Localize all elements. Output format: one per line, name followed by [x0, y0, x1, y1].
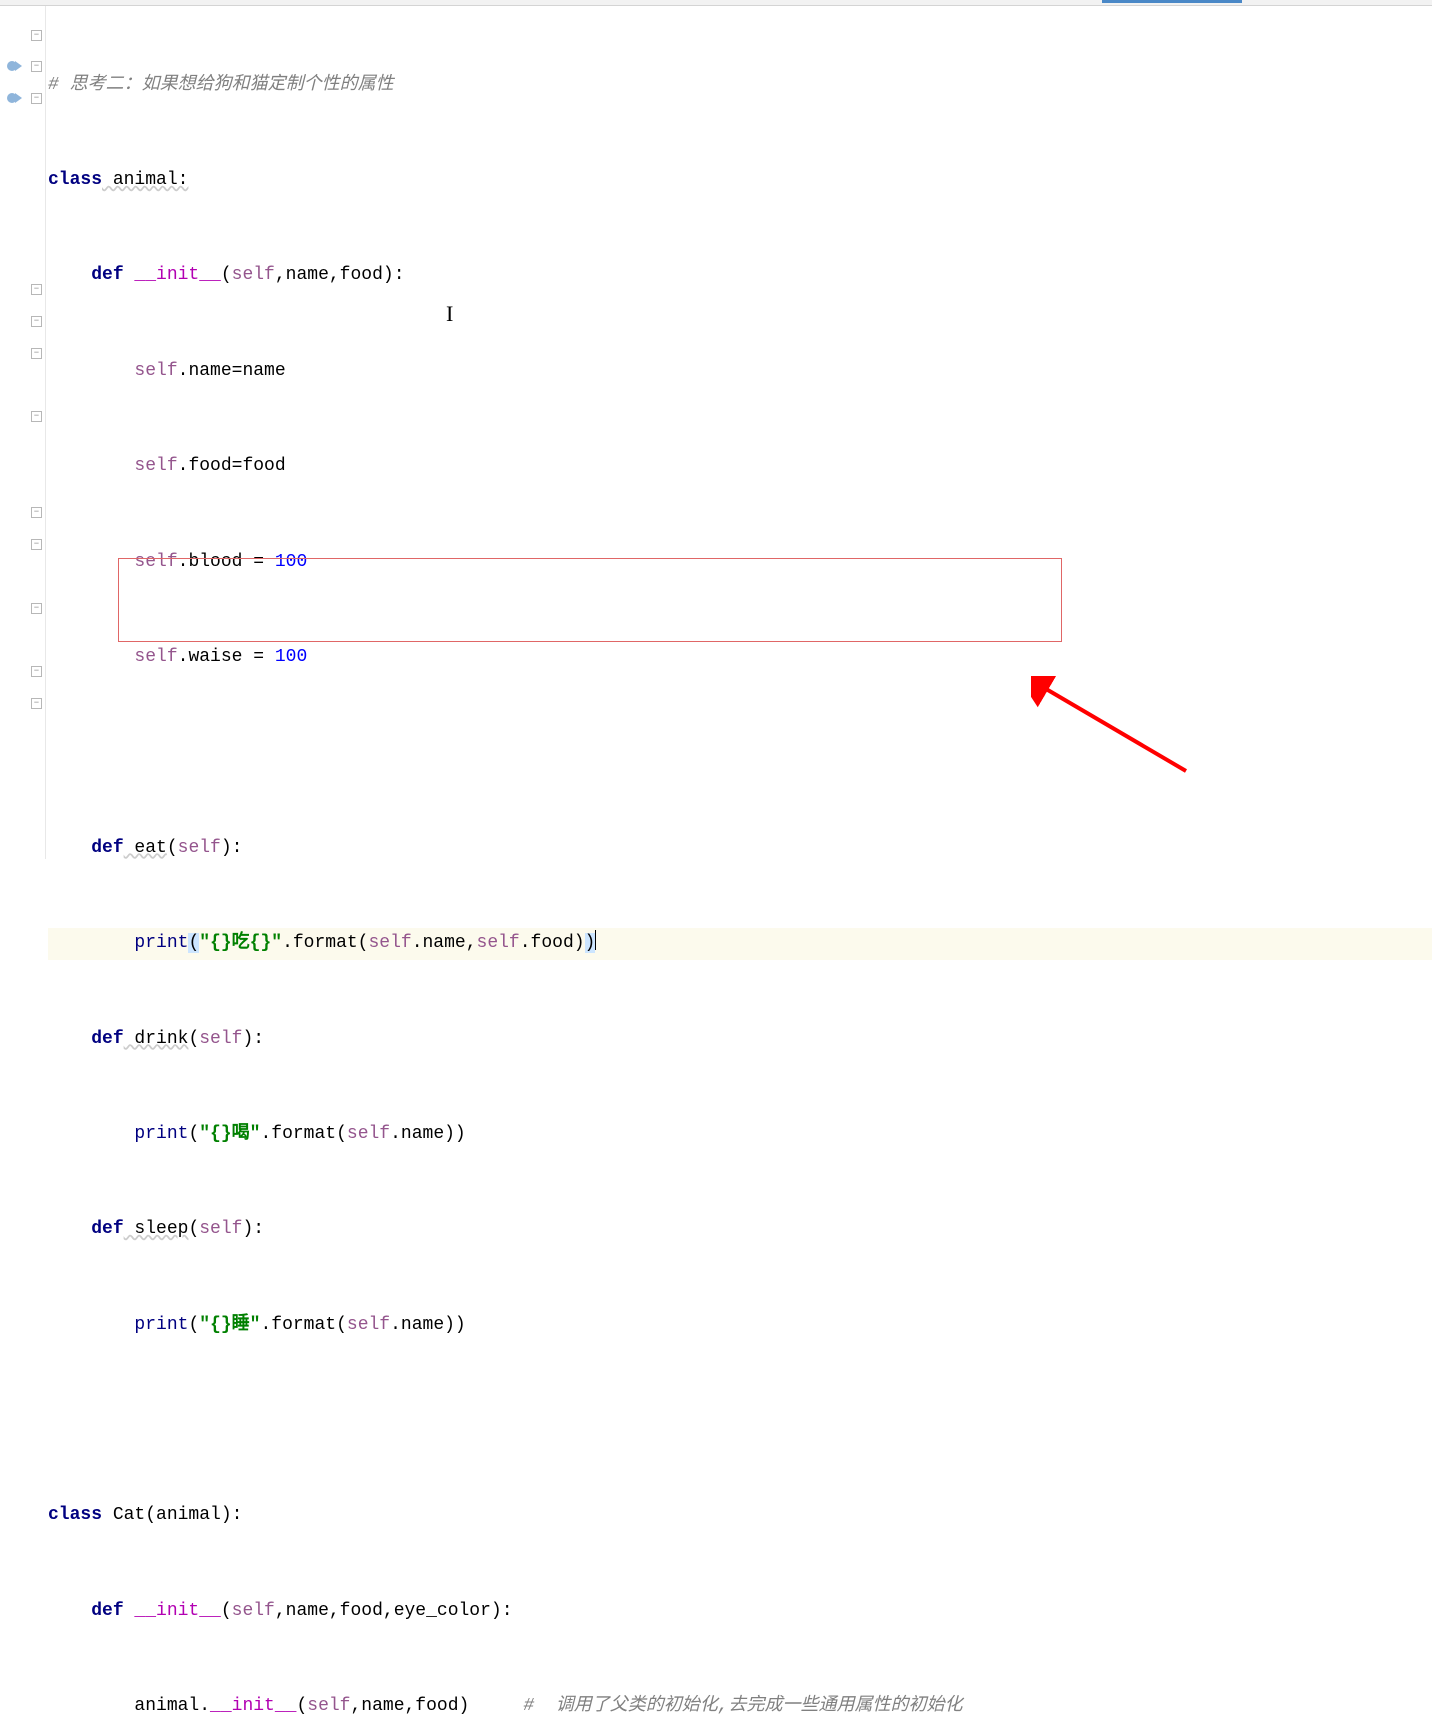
- code: (: [296, 1696, 307, 1716]
- code-line[interactable]: self.blood = 100: [48, 547, 1432, 579]
- code-line[interactable]: def eat(self):: [48, 833, 1432, 865]
- fold-handle[interactable]: −: [31, 411, 42, 422]
- code-line[interactable]: [48, 1405, 1432, 1437]
- code-line[interactable]: self.waise = 100: [48, 642, 1432, 674]
- code: .name)): [390, 1124, 466, 1144]
- self: self: [347, 1315, 390, 1335]
- class-name: Cat(animal):: [102, 1505, 242, 1525]
- fold-gutter: − − − − − − − − − − − −: [28, 6, 46, 859]
- editor[interactable]: − − − − − − − − − − − − # 思考二：如果想给狗和猫定制个…: [0, 6, 1432, 859]
- fold-handle[interactable]: −: [31, 603, 42, 614]
- number: 100: [275, 647, 307, 667]
- code-line[interactable]: # 思考二：如果想给狗和猫定制个性的属性: [48, 70, 1432, 102]
- builtin: print: [134, 1124, 188, 1144]
- fold-handle[interactable]: −: [31, 61, 42, 72]
- self: self: [347, 1124, 390, 1144]
- string: "{}喝": [199, 1124, 260, 1144]
- fold-handle[interactable]: −: [31, 698, 42, 709]
- params: (self):: [188, 1029, 264, 1049]
- fold-handle[interactable]: −: [31, 348, 42, 359]
- method-name: drink: [124, 1029, 189, 1049]
- fold-handle[interactable]: −: [31, 539, 42, 550]
- gutter-override-icon[interactable]: [2, 58, 26, 74]
- params: (self,name,food):: [221, 265, 405, 285]
- fold-handle[interactable]: −: [31, 284, 42, 295]
- method-name: __init__: [124, 1601, 221, 1621]
- code-line[interactable]: def drink(self):: [48, 1024, 1432, 1056]
- code: .format(: [260, 1315, 346, 1335]
- keyword: def: [91, 1029, 123, 1049]
- code: .format(: [260, 1124, 346, 1144]
- code-line[interactable]: self.food=food: [48, 451, 1432, 483]
- code-line[interactable]: animal.__init__(self,name,food) # 调用了父类的…: [48, 1691, 1432, 1718]
- params: (self,name,food,eye_color):: [221, 1601, 513, 1621]
- string: "{}吃{}": [199, 933, 282, 953]
- self: self: [134, 456, 177, 476]
- self: self: [368, 933, 411, 953]
- keyword: class: [48, 170, 102, 190]
- code: (: [188, 1124, 199, 1144]
- params: (self):: [167, 838, 243, 858]
- builtin: print: [134, 933, 188, 953]
- code-line[interactable]: print("{}喝".format(self.name)): [48, 1119, 1432, 1151]
- code-line[interactable]: def __init__(self,name,food):: [48, 260, 1432, 292]
- keyword: def: [91, 1219, 123, 1239]
- self: self: [134, 552, 177, 572]
- paren: ): [585, 933, 596, 953]
- class-name: animal:: [102, 170, 188, 190]
- arrow-icon: [1031, 676, 1201, 786]
- params: (self):: [188, 1219, 264, 1239]
- keyword: def: [91, 265, 123, 285]
- code: .food): [520, 933, 585, 953]
- keyword: class: [48, 1505, 102, 1525]
- gutter: [0, 6, 28, 859]
- code-line[interactable]: def __init__(self,name,food,eye_color):: [48, 1596, 1432, 1628]
- paren: (: [188, 933, 199, 953]
- code: .name)): [390, 1315, 466, 1335]
- code-line[interactable]: [48, 737, 1432, 769]
- method-name: eat: [124, 838, 167, 858]
- fold-handle[interactable]: −: [31, 666, 42, 677]
- fold-handle[interactable]: −: [31, 93, 42, 104]
- code: .format(: [282, 933, 368, 953]
- code: animal.: [134, 1696, 210, 1716]
- code-line[interactable]: def sleep(self):: [48, 1214, 1432, 1246]
- keyword: def: [91, 1601, 123, 1621]
- builtin: print: [134, 1315, 188, 1335]
- dunder: __init__: [210, 1696, 296, 1716]
- self: self: [134, 647, 177, 667]
- code: .waise =: [178, 647, 275, 667]
- self: self: [307, 1696, 350, 1716]
- code: .name=name: [178, 361, 286, 381]
- keyword: def: [91, 838, 123, 858]
- comment: # 调用了父类的初始化,去完成一些通用属性的初始化: [523, 1696, 962, 1716]
- code: .blood =: [178, 552, 275, 572]
- fold-handle[interactable]: −: [31, 507, 42, 518]
- method-name: __init__: [124, 265, 221, 285]
- method-name: sleep: [124, 1219, 189, 1239]
- code-line-current[interactable]: print("{}吃{}".format(self.name,self.food…: [48, 928, 1432, 960]
- code-area[interactable]: # 思考二：如果想给狗和猫定制个性的属性 class animal: def _…: [46, 6, 1432, 859]
- comment: # 思考二：如果想给狗和猫定制个性的属性: [48, 75, 394, 95]
- active-tab-indicator: [1102, 0, 1242, 3]
- self: self: [134, 361, 177, 381]
- gutter-override-icon[interactable]: [2, 90, 26, 106]
- fold-handle[interactable]: −: [31, 30, 42, 41]
- code-line[interactable]: class Cat(animal):: [48, 1500, 1432, 1532]
- text-caret: [595, 930, 596, 950]
- ibeam-cursor-icon: I: [446, 298, 453, 330]
- string: "{}睡": [199, 1315, 260, 1335]
- code: (: [188, 1315, 199, 1335]
- code: .name,: [412, 933, 477, 953]
- code-line[interactable]: print("{}睡".format(self.name)): [48, 1310, 1432, 1342]
- code-line[interactable]: self.name=name: [48, 356, 1432, 388]
- code: ,name,food): [351, 1696, 470, 1716]
- code-line[interactable]: class animal:: [48, 165, 1432, 197]
- self: self: [477, 933, 520, 953]
- code: .food=food: [178, 456, 286, 476]
- fold-handle[interactable]: −: [31, 316, 42, 327]
- number: 100: [275, 552, 307, 572]
